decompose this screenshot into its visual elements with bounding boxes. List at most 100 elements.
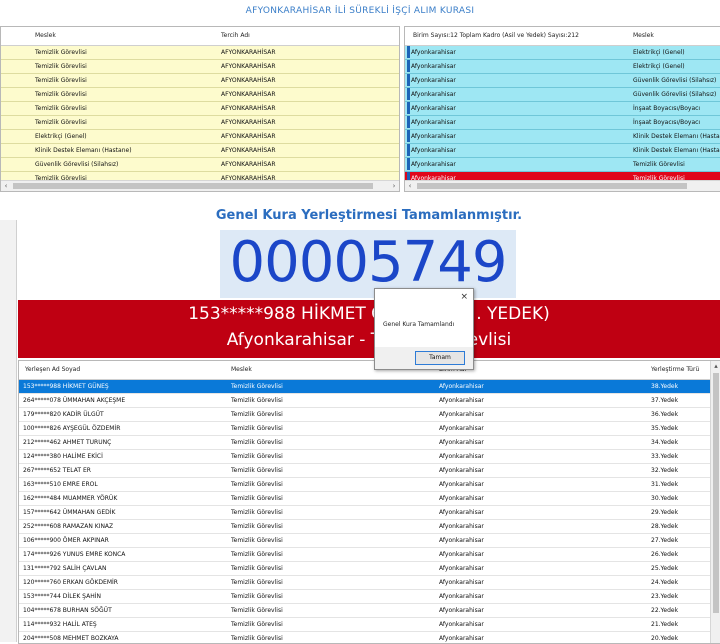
table-cell: Afyonkarahisar	[439, 523, 484, 530]
column-header-tercih-adi[interactable]: Tercih Adı	[221, 27, 250, 45]
table-row[interactable]: 204*****508 MEHMET BOZKAYA Temizlik Görev…	[19, 632, 720, 643]
vscroll-thumb[interactable]	[713, 373, 719, 613]
table-cell: Afyonkarahisar	[439, 551, 484, 558]
table-cell: 120*****760 ERKAN GÖKDEMİR	[23, 579, 118, 586]
unit-table[interactable]: Birim Sayısı:12 Toplam Kadro (Asil ve Ye…	[404, 26, 720, 192]
table-cell: Klinik Destek Elemanı (Hastane)	[35, 147, 132, 154]
scroll-left-icon[interactable]: ‹	[1, 181, 11, 191]
table-row[interactable]: 106*****900 ÖMER AKPINAR Temizlik Görevli…	[19, 534, 720, 548]
row-indicator	[407, 60, 410, 72]
table-row[interactable]: Afyonkarahisar Elektrikçi (Genel)	[405, 46, 720, 60]
table-row[interactable]: 162*****484 MUAMMER YÖRÜK Temizlik Görevl…	[19, 492, 720, 506]
table-cell: 264*****078 ÜMMAHAN AKÇEŞME	[23, 397, 126, 404]
column-header-yerlestirme-turu[interactable]: Yerleştirme Türü	[651, 361, 699, 379]
table-row[interactable]: 212*****462 AHMET TURUNÇ Temizlik Görevli…	[19, 436, 720, 450]
table-row[interactable]: Temizlik Görevlisi AFYONKARAHİSAR	[1, 46, 399, 60]
table-row[interactable]: 179*****820 KADİR ÜLGÜT Temizlik Görevlis…	[19, 408, 720, 422]
table-cell: Afyonkarahisar	[411, 91, 456, 98]
row-indicator	[407, 158, 410, 170]
table-row[interactable]: Afyonkarahisar Temizlik Görevlisi	[405, 158, 720, 172]
table-row[interactable]: 114*****932 HALİL ATEŞ Temizlik Görevlisi…	[19, 618, 720, 632]
table-row[interactable]: 124*****380 HALİME EKİCİ Temizlik Görevli…	[19, 450, 720, 464]
table-cell: AFYONKARAHİSAR	[221, 133, 276, 140]
row-indicator	[407, 88, 410, 100]
dialog-message: Genel Kura Tamamlandı	[383, 321, 455, 328]
table-row[interactable]: Afyonkarahisar Elektrikçi (Genel)	[405, 60, 720, 74]
preference-table-hscrollbar[interactable]: ‹ ›	[1, 180, 399, 191]
preference-table[interactable]: Meslek Tercih Adı Temizlik Görevlisi AFYO…	[0, 26, 400, 192]
table-row[interactable]: Afyonkarahisar Güvenlik Görevlisi (Silahs…	[405, 74, 720, 88]
table-row[interactable]: Afyonkarahisar İnşaat Boyacısı/Boyacı	[405, 102, 720, 116]
table-row[interactable]: 153*****744 DİLEK ŞAHİN Temizlik Görevlis…	[19, 590, 720, 604]
table-row[interactable]: Temizlik Görevlisi AFYONKARAHİSAR	[1, 116, 399, 130]
preference-table-body: Temizlik Görevlisi AFYONKARAHİSAR Temizlik…	[1, 46, 399, 186]
table-row[interactable]: 120*****760 ERKAN GÖKDEMİR Temizlik Görev…	[19, 576, 720, 590]
table-row[interactable]: 174*****926 YUNUS EMRE KONCA Temizlik Gör…	[19, 548, 720, 562]
table-cell: Afyonkarahisar	[439, 481, 484, 488]
row-indicator	[407, 130, 410, 142]
column-header-meslek[interactable]: Meslek	[231, 361, 252, 379]
table-cell: Temizlik Görevlisi	[231, 565, 283, 572]
table-cell: Temizlik Görevlisi	[231, 621, 283, 628]
unit-table-hscrollbar[interactable]: ‹	[405, 180, 720, 191]
table-row[interactable]: 153*****988 HİKMET GÜNEŞ Temizlik Görevli…	[19, 380, 720, 394]
table-row[interactable]: Afyonkarahisar Klinik Destek Elemanı (Has…	[405, 130, 720, 144]
table-row[interactable]: 267*****652 TELAT ER Temizlik Görevlisi Af…	[19, 464, 720, 478]
table-cell: Afyonkarahisar	[411, 133, 456, 140]
table-cell: Temizlik Görevlisi	[231, 635, 283, 642]
table-cell: Temizlik Görevlisi	[231, 509, 283, 516]
table-cell: Afyonkarahisar	[411, 77, 456, 84]
table-cell: 179*****820 KADİR ÜLGÜT	[23, 411, 104, 418]
table-row[interactable]: Klinik Destek Elemanı (Hastane) AFYONKARA…	[1, 144, 399, 158]
column-header-meslek[interactable]: Meslek	[35, 27, 56, 45]
table-row[interactable]: 157*****642 ÜMMAHAN GEDİK Temizlik Görevl…	[19, 506, 720, 520]
table-row[interactable]: Temizlik Görevlisi AFYONKARAHİSAR	[1, 102, 399, 116]
table-row[interactable]: 264*****078 ÜMMAHAN AKÇEŞME Temizlik Göre…	[19, 394, 720, 408]
scroll-up-icon[interactable]: ▴	[711, 361, 720, 371]
table-row[interactable]: 131*****792 SALİH ÇAVLAN Temizlik Görevli…	[19, 562, 720, 576]
table-cell: AFYONKARAHİSAR	[221, 77, 276, 84]
close-icon[interactable]: ×	[460, 292, 468, 302]
table-cell: 114*****932 HALİL ATEŞ	[23, 621, 97, 628]
table-row[interactable]: Elektrikçi (Genel) AFYONKARAHİSAR	[1, 130, 399, 144]
table-row[interactable]: 252*****608 RAMAZAN KINAZ Temizlik Görevl…	[19, 520, 720, 534]
table-cell: Afyonkarahisar	[439, 509, 484, 516]
table-cell: Afyonkarahisar	[439, 537, 484, 544]
column-header-birim[interactable]: Birim Sayısı:12 Toplam Kadro (Asil ve Ye…	[413, 27, 579, 45]
ok-button[interactable]: Tamam	[415, 351, 465, 365]
table-cell: 252*****608 RAMAZAN KINAZ	[23, 523, 114, 530]
table-row[interactable]: 163*****510 EMRE EROL Temizlik Görevlisi A…	[19, 478, 720, 492]
table-row[interactable]: Temizlik Görevlisi AFYONKARAHİSAR	[1, 88, 399, 102]
table-cell: 38.Yedek	[651, 383, 679, 390]
table-cell: AFYONKARAHİSAR	[221, 91, 276, 98]
table-cell: İnşaat Boyacısı/Boyacı	[633, 119, 701, 126]
table-row[interactable]: Güvenlik Görevlisi (Silahsız) AFYONKARAHİ…	[1, 158, 399, 172]
table-cell: Afyonkarahisar	[439, 579, 484, 586]
table-cell: Temizlik Görevlisi	[231, 411, 283, 418]
column-header-meslek[interactable]: Meslek	[633, 27, 654, 45]
table-row[interactable]: Afyonkarahisar Klinik Destek Elemanı (Has…	[405, 144, 720, 158]
left-panel-scrollbar[interactable]	[0, 220, 17, 642]
placement-table-vscrollbar[interactable]: ▴	[710, 361, 720, 643]
table-row[interactable]: Afyonkarahisar Güvenlik Görevlisi (Silahs…	[405, 88, 720, 102]
table-cell: Klinik Destek Elemanı (Hastane)	[633, 133, 720, 140]
table-cell: 153*****744 DİLEK ŞAHİN	[23, 593, 101, 600]
table-row[interactable]: 100*****826 AYŞEGÜL ÖZDEMİR Temizlik Göre…	[19, 422, 720, 436]
column-header-ad-soyad[interactable]: Yerleşen Ad Soyad	[25, 361, 80, 379]
hscroll-thumb[interactable]	[417, 183, 687, 189]
table-cell: Afyonkarahisar	[439, 467, 484, 474]
placement-table[interactable]: Yerleşen Ad Soyad Meslek Birim Adı Yerle…	[18, 360, 720, 644]
table-cell: 157*****642 ÜMMAHAN GEDİK	[23, 509, 116, 516]
table-cell: Temizlik Görevlisi	[35, 63, 87, 70]
table-row[interactable]: Temizlik Görevlisi AFYONKARAHİSAR	[1, 74, 399, 88]
table-row[interactable]: 104*****678 BURHAN SÖĞÜT Temizlik Görevli…	[19, 604, 720, 618]
scroll-left-icon[interactable]: ‹	[405, 181, 415, 191]
table-row[interactable]: Temizlik Görevlisi AFYONKARAHİSAR	[1, 60, 399, 74]
table-row[interactable]: Afyonkarahisar İnşaat Boyacısı/Boyacı	[405, 116, 720, 130]
hscroll-thumb[interactable]	[13, 183, 373, 189]
table-cell: AFYONKARAHİSAR	[221, 105, 276, 112]
table-cell: Afyonkarahisar	[439, 495, 484, 502]
winner-unit-line: Afyonkarahisar - T evlisi	[226, 330, 512, 350]
table-cell: Güvenlik Görevlisi (Silahsız)	[633, 77, 717, 84]
scroll-right-icon[interactable]: ›	[389, 181, 399, 191]
